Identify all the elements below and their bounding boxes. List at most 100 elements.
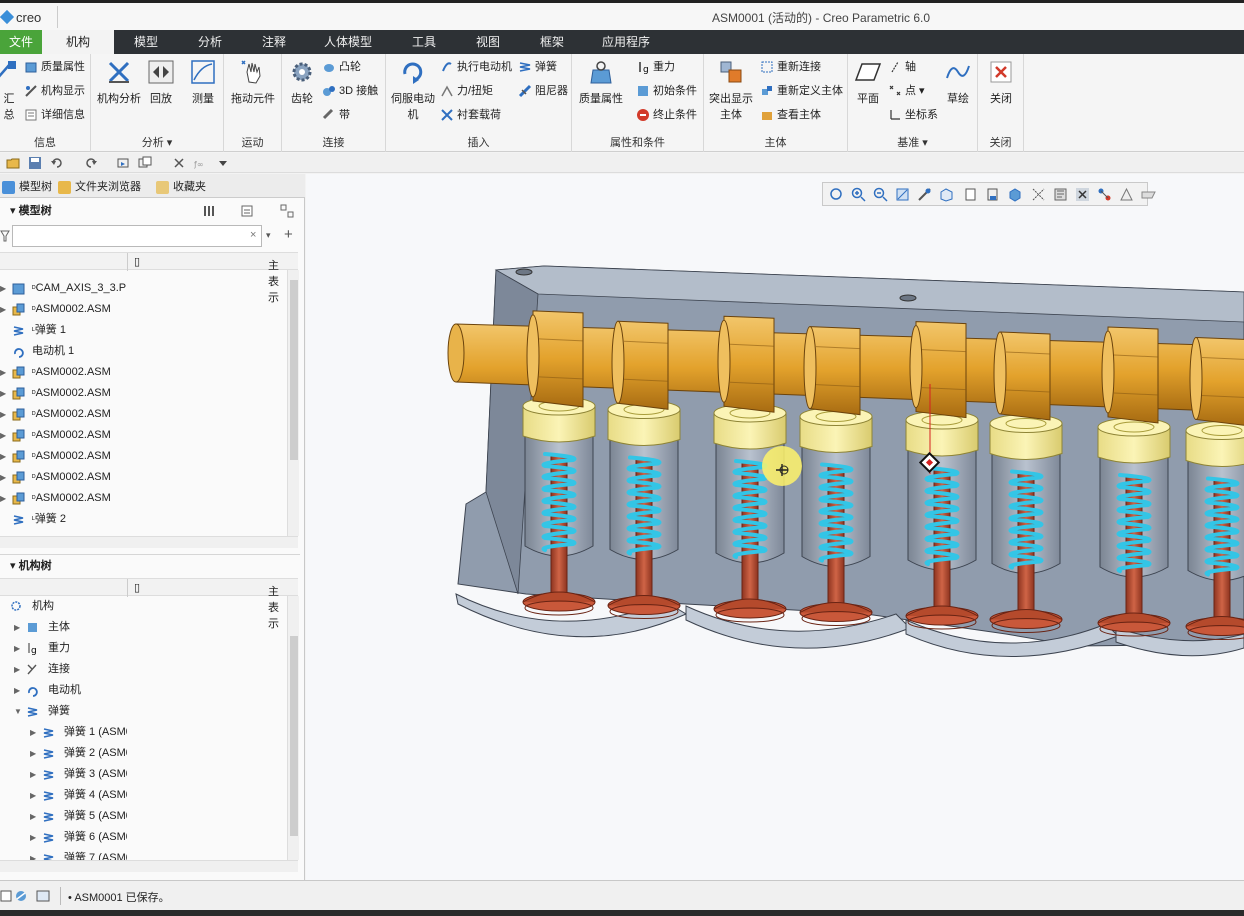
regenerate-icon[interactable] — [116, 156, 130, 170]
graphics-window[interactable] — [306, 174, 1244, 880]
summary-button[interactable]: 汇总 — [0, 58, 16, 122]
cam-lobe[interactable] — [993, 331, 1051, 421]
gear-button[interactable]: 齿轮 — [286, 58, 318, 106]
plane-button[interactable]: 平面 — [852, 58, 884, 106]
tab-tools[interactable]: 工具 — [398, 30, 450, 54]
status-toggle-icon[interactable] — [0, 889, 12, 903]
tab-analysis[interactable]: 分析 — [184, 30, 236, 54]
undo-icon[interactable] — [50, 156, 64, 170]
exec-motor-button[interactable]: 执行电动机 — [440, 57, 512, 77]
highlight-bodies-button[interactable]: 突出显示 主体 — [706, 58, 756, 122]
mech-analysis-button[interactable]: 机构分析 — [97, 58, 141, 106]
belt-button[interactable]: 带 — [322, 105, 350, 125]
contact-3d-button[interactable]: 3D 接触 — [322, 81, 378, 101]
search-options-icon[interactable]: ▾ — [266, 230, 271, 241]
cam-lobe[interactable] — [909, 321, 967, 419]
details-button[interactable]: 详细信息 — [24, 105, 85, 125]
model-tree-row[interactable]: ᴸ弹簧 1 — [0, 320, 127, 341]
fullscreen-icon[interactable] — [36, 889, 50, 903]
model-tree-row[interactable]: ▶ ᴰASM0002.ASM — [0, 425, 127, 446]
tree-search-input[interactable] — [12, 225, 262, 247]
model-tree-row[interactable]: ᴸ弹簧 2 — [0, 509, 127, 530]
tree-filter-icon[interactable] — [280, 204, 294, 218]
mass-props-button[interactable]: 质量属性 — [576, 58, 626, 106]
tab-annotate[interactable]: 注释 — [248, 30, 300, 54]
save-icon[interactable] — [28, 156, 42, 170]
view-body-button[interactable]: 查看主体 — [760, 105, 821, 125]
cam-button[interactable]: 凸轮 — [322, 57, 361, 77]
open-icon[interactable] — [6, 156, 20, 170]
mech-tree-row[interactable]: ▶ 连接 — [0, 659, 127, 680]
cam-lobe[interactable] — [611, 320, 669, 410]
tab-applications[interactable]: 应用程序 — [594, 30, 658, 54]
cam-lobe[interactable] — [717, 315, 775, 413]
model-tree-row[interactable]: ▶ ᴰASM0002.ASM — [0, 446, 127, 467]
close-window-icon[interactable] — [172, 156, 186, 170]
windows-icon[interactable] — [138, 156, 152, 170]
mech-tree-row[interactable]: ▶ 主体 — [0, 617, 127, 638]
mech-column-main-rep[interactable]: ▯ 主表示 — [134, 581, 279, 630]
model-tree-row[interactable]: ▶ ᴰASM0002.ASM — [0, 404, 127, 425]
mech-tree-row[interactable]: ▶弹簧 4 (ASM00 — [0, 785, 127, 806]
gravity-button[interactable]: g 重力 — [636, 57, 675, 77]
model-tree-row[interactable]: 电动机 1 — [0, 341, 127, 362]
mech-tree-hscrollbar[interactable] — [0, 860, 298, 872]
axis-button[interactable]: 轴 — [888, 57, 916, 77]
reconnect-button[interactable]: 重新连接 — [760, 57, 821, 77]
column-main-rep[interactable]: ▯ 主表示 — [134, 255, 279, 304]
mech-tree-row[interactable]: ▶弹簧 1 (ASM00 — [0, 722, 127, 743]
tab-model-tree[interactable]: 模型树 — [2, 178, 52, 196]
redo-icon[interactable] — [84, 156, 98, 170]
mass-props-small-button[interactable]: 质量属性 — [24, 57, 85, 77]
bushing-load-button[interactable]: 衬套载荷 — [440, 105, 501, 125]
mech-tree-row[interactable]: 机构 — [0, 596, 127, 617]
add-filter-icon[interactable]: + — [284, 226, 293, 243]
tree-columns-icon[interactable] — [240, 204, 254, 218]
tab-mechanism[interactable]: 机构 — [42, 30, 114, 54]
chevron-down-icon[interactable] — [216, 156, 230, 170]
csys-button[interactable]: 坐标系 — [888, 105, 938, 125]
servo-motor-button[interactable]: 伺服电动 机 — [388, 58, 438, 122]
point-button[interactable]: 点 ▾ — [888, 81, 925, 101]
redefine-body-button[interactable]: 重新定义主体 — [760, 81, 843, 101]
close-button[interactable]: 关闭 — [984, 58, 1018, 106]
mech-display-button[interactable]: 机构显示 — [24, 81, 85, 101]
model-tree-row[interactable]: ▶ ᴰASM0002.ASM — [0, 488, 127, 509]
tab-view[interactable]: 视图 — [462, 30, 514, 54]
group-analysis-label[interactable]: 分析 ▾ — [91, 134, 223, 150]
tab-model[interactable]: 模型 — [120, 30, 172, 54]
model-tree-row[interactable]: ▶ ᴰASM0002.ASM — [0, 383, 127, 404]
drag-components-button[interactable]: 拖动元件 — [230, 58, 276, 106]
model-tree-row[interactable]: ▶ ᴰASM0002.ASM — [0, 362, 127, 383]
tab-folder-browser[interactable]: 文件夹浏览器 — [58, 178, 141, 196]
init-cond-button[interactable]: 初始条件 — [636, 81, 697, 101]
spring-button[interactable]: 弹簧 — [518, 57, 557, 77]
filter-icon[interactable] — [0, 230, 10, 242]
term-cond-button[interactable]: 终止条件 — [636, 105, 697, 125]
clear-search-icon[interactable]: × — [250, 229, 256, 241]
mech-tree-row[interactable]: ▶弹簧 6 (ASM00 — [0, 827, 127, 848]
force-torque-button[interactable]: 力/扭矩 — [440, 81, 493, 101]
mech-tree-row[interactable]: ▼ 弹簧 — [0, 701, 127, 722]
group-datum-label[interactable]: 基准 ▾ — [848, 134, 977, 150]
model-tree-row[interactable]: ▶ ᴰASM0002.ASM — [0, 467, 127, 488]
cam-lobe[interactable] — [803, 326, 861, 416]
mech-tree-row[interactable]: ▶弹簧 5 (ASM00 — [0, 806, 127, 827]
measure-button[interactable]: 测量 — [187, 58, 219, 106]
browser-icon[interactable] — [14, 889, 28, 903]
camshaft-assembly-model[interactable] — [306, 174, 1244, 880]
tab-file[interactable]: 文件 — [0, 30, 42, 54]
tree-settings-icon[interactable] — [202, 204, 216, 218]
model-tree-row[interactable]: ▶ ᴰASM0002.ASM — [0, 299, 127, 320]
cam-lobe[interactable] — [1189, 336, 1244, 426]
cam-lobe[interactable] — [526, 310, 584, 408]
model-tree-row[interactable]: ▶ ᴰCAM_AXIS_3_3.PR — [0, 278, 127, 299]
tab-manikin[interactable]: 人体模型 — [314, 30, 382, 54]
mech-tree-row[interactable]: ▶弹簧 2 (ASM00 — [0, 743, 127, 764]
mech-tree-row[interactable]: ▶ g 重力 — [0, 638, 127, 659]
mech-tree-row[interactable]: ▶ 电动机 — [0, 680, 127, 701]
tab-favorites[interactable]: 收藏夹 — [156, 178, 206, 196]
model-tree-hscrollbar[interactable] — [0, 536, 298, 548]
playback-button[interactable]: 回放 — [145, 58, 177, 106]
mech-tree-row[interactable]: ▶弹簧 3 (ASM00 — [0, 764, 127, 785]
